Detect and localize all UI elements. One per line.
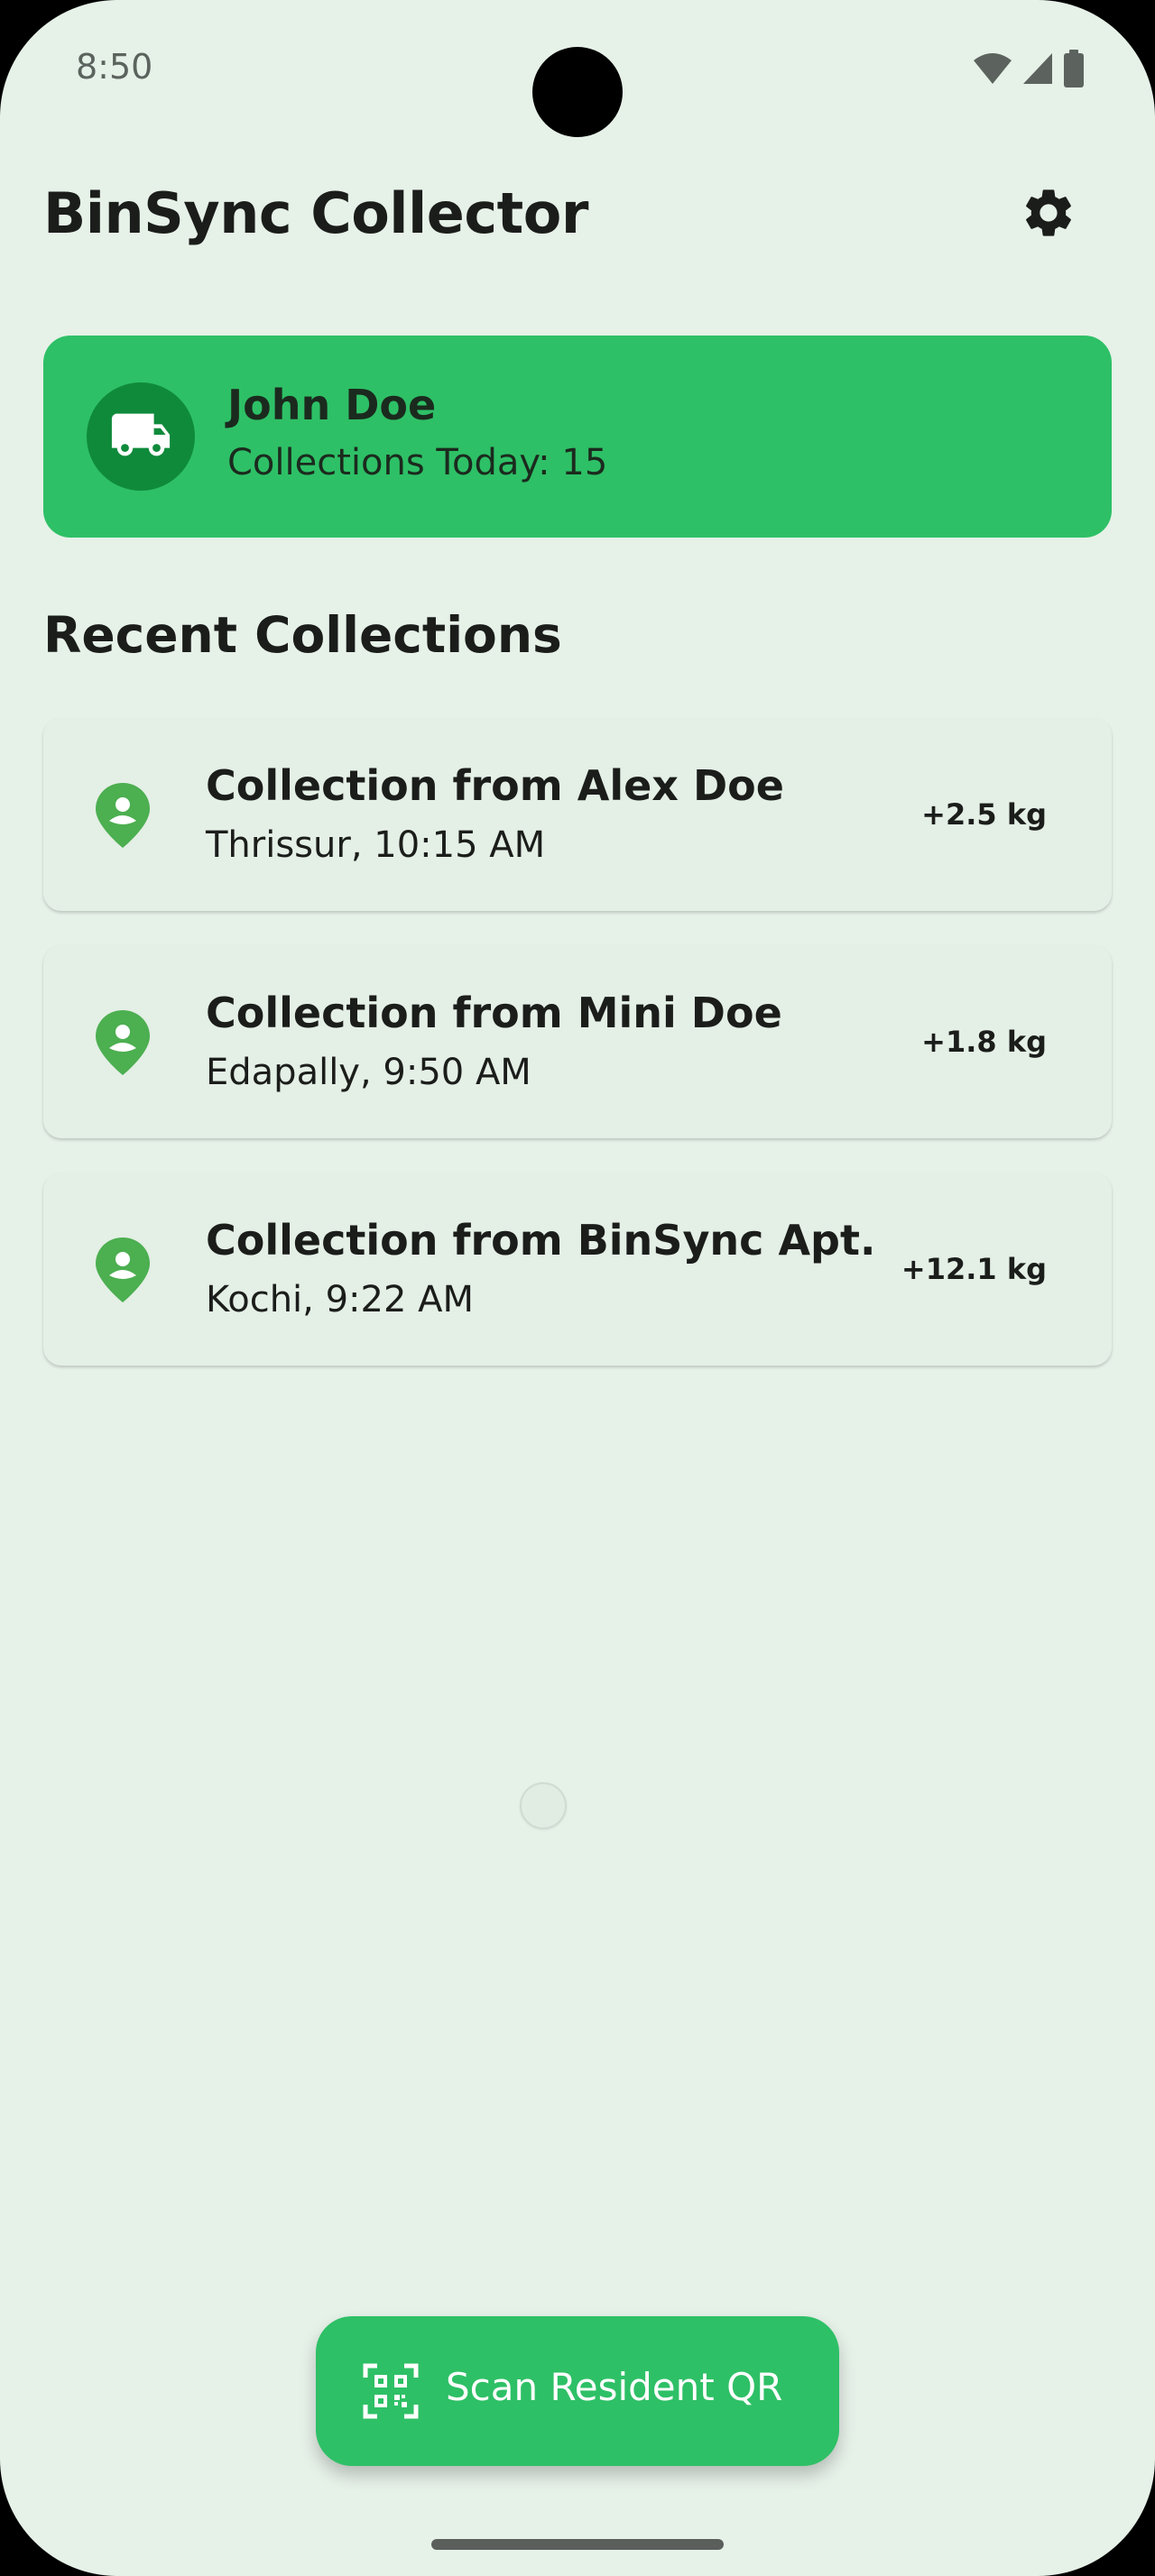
item-subtitle: Edapally, 9:50 AM	[206, 1052, 531, 1093]
person-pin-icon	[94, 1236, 152, 1304]
truck-icon	[109, 403, 172, 470]
list-item[interactable]: Collection from Mini Doe Edapally, 9:50 …	[43, 945, 1112, 1138]
wifi-icon	[973, 51, 1012, 89]
cellular-signal-icon	[1021, 51, 1054, 89]
app-title: BinSync Collector	[43, 180, 588, 246]
status-icons	[973, 50, 1085, 91]
list-item[interactable]: Collection from Alex Doe Thrissur, 10:15…	[43, 718, 1112, 911]
scan-resident-qr-button[interactable]: Scan Resident QR	[316, 2316, 839, 2466]
item-title: Collection from Mini Doe	[206, 989, 782, 1037]
list-item[interactable]: Collection from BinSync Apt. Kochi, 9:22…	[43, 1173, 1112, 1366]
settings-button[interactable]	[1012, 179, 1085, 251]
item-title: Collection from BinSync Apt.	[206, 1216, 876, 1265]
app-bar: BinSync Collector	[43, 171, 1112, 262]
collector-profile-card: John Doe Collections Today: 15	[43, 336, 1112, 538]
status-time: 8:50	[76, 47, 153, 87]
camera-cutout	[532, 47, 623, 137]
item-subtitle: Kochi, 9:22 AM	[206, 1279, 475, 1320]
collector-name: John Doe	[227, 381, 437, 429]
person-pin-icon	[94, 781, 152, 850]
home-indicator[interactable]	[431, 2539, 724, 2550]
gear-icon	[1020, 184, 1077, 245]
item-subtitle: Thrissur, 10:15 AM	[206, 824, 546, 866]
app-screen: 8:50 BinSync Collector John Doe Collecti…	[0, 0, 1155, 2576]
fab-label: Scan Resident QR	[446, 2365, 783, 2409]
item-weight: +12.1 kg	[901, 1252, 1047, 1286]
avatar	[87, 382, 195, 491]
collections-today: Collections Today: 15	[227, 442, 608, 483]
loading-indicator	[520, 1782, 567, 1829]
item-title: Collection from Alex Doe	[206, 761, 784, 810]
recent-collections-list: Collection from Alex Doe Thrissur, 10:15…	[43, 718, 1112, 1400]
battery-icon	[1063, 50, 1085, 91]
item-weight: +2.5 kg	[921, 797, 1047, 832]
qr-scanner-icon	[363, 2363, 419, 2419]
section-title-recent: Recent Collections	[43, 606, 562, 664]
item-weight: +1.8 kg	[921, 1025, 1047, 1059]
person-pin-icon	[94, 1008, 152, 1077]
status-bar: 8:50	[0, 0, 1155, 137]
